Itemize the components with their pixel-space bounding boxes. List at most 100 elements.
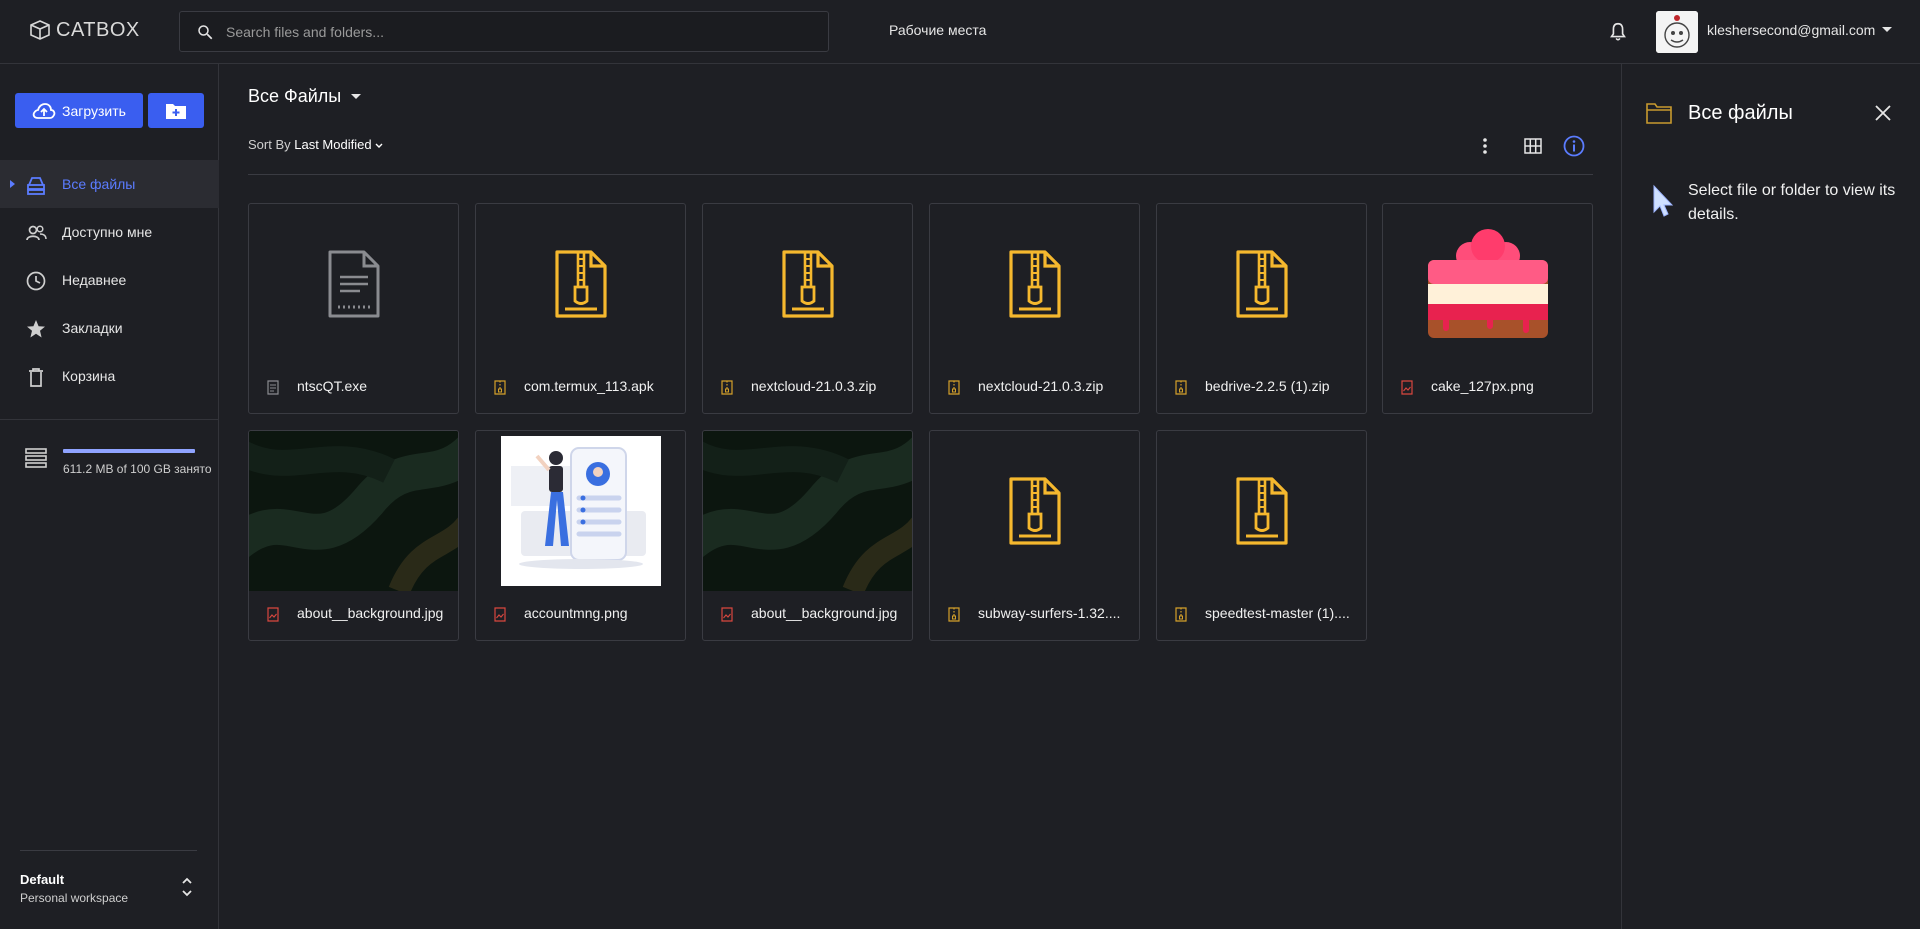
workspace-name[interactable]: Default xyxy=(20,872,64,887)
clock-icon xyxy=(26,271,46,291)
archive-type-icon xyxy=(721,380,733,395)
search-icon xyxy=(198,24,213,39)
archive-type-icon xyxy=(1175,607,1187,622)
sidebar: Загрузить Все файлы Доступно мне Недавне… xyxy=(0,64,219,929)
file-card[interactable]: nextcloud-21.0.3.zip xyxy=(702,203,913,414)
illustration-image-thumbnail xyxy=(476,431,685,591)
sidebar-nav: Все файлы Доступно мне Недавнее Закладки… xyxy=(0,160,219,400)
image-type-icon xyxy=(494,607,506,622)
sidebar-item-bookmarks[interactable]: Закладки xyxy=(0,304,219,352)
toolbar-divider xyxy=(248,174,1593,175)
zip-archive-icon xyxy=(930,431,1139,591)
workspaces-link[interactable]: Рабочие места xyxy=(889,22,986,38)
workspace-type: Personal workspace xyxy=(20,891,129,905)
zip-archive-icon xyxy=(703,204,912,364)
file-card[interactable]: bedrive-2.2.5 (1).zip xyxy=(1156,203,1367,414)
star-icon xyxy=(27,320,45,338)
file-name: speedtest-master (1).... xyxy=(1205,605,1350,621)
new-folder-button[interactable] xyxy=(148,93,204,128)
file-card[interactable]: com.termux_113.apk xyxy=(475,203,686,414)
storage-progress-bar xyxy=(63,449,195,453)
file-card[interactable]: accountmng.png xyxy=(475,430,686,641)
file-card[interactable]: cake_127px.png xyxy=(1382,203,1593,414)
user-email[interactable]: kleshersecond@gmail.com xyxy=(1707,22,1875,38)
sidebar-item-label: Доступно мне xyxy=(62,224,153,240)
file-name: accountmng.png xyxy=(524,605,628,621)
all-files-icon xyxy=(27,177,45,195)
sidebar-item-trash[interactable]: Корзина xyxy=(0,352,219,400)
details-panel: Все файлы Select file or folder to view … xyxy=(1621,64,1920,929)
file-name: nextcloud-21.0.3.zip xyxy=(751,378,877,394)
logo-text: CATBOX xyxy=(56,18,140,41)
workspace-switch-chevrons-icon[interactable] xyxy=(180,874,194,900)
sidebar-item-shared[interactable]: Доступно мне xyxy=(0,208,219,256)
document-type-icon xyxy=(267,380,279,395)
sort-control[interactable]: Sort By Last Modified xyxy=(248,137,383,152)
sidebar-item-label: Недавнее xyxy=(62,272,127,288)
storage-text: 611.2 MB of 100 GB занято xyxy=(63,462,212,476)
catbox-logo-icon xyxy=(30,20,50,40)
search-input[interactable] xyxy=(226,23,786,40)
file-card[interactable]: speedtest-master (1).... xyxy=(1156,430,1367,641)
background-image-thumbnail xyxy=(249,431,458,591)
top-bar: CATBOX Рабочие места kleshersecond@gmail… xyxy=(0,0,1920,64)
sidebar-item-recent[interactable]: Недавнее xyxy=(0,256,219,304)
storage-icon xyxy=(25,448,47,468)
page-title: Все Файлы xyxy=(248,86,342,106)
trash-icon xyxy=(29,368,43,387)
user-menu-chevron-down-icon[interactable] xyxy=(1882,27,1892,32)
sidebar-item-label: Закладки xyxy=(62,320,123,336)
details-empty-message: Select file or folder to view its detail… xyxy=(1688,182,1896,223)
more-options-icon[interactable] xyxy=(1475,136,1495,156)
archive-type-icon xyxy=(948,380,960,395)
close-icon[interactable] xyxy=(1874,104,1892,122)
sidebar-item-all-files[interactable]: Все файлы xyxy=(0,160,219,208)
file-card[interactable]: about__background.jpg xyxy=(702,430,913,641)
archive-type-icon xyxy=(948,607,960,622)
sort-prefix: Sort By xyxy=(248,137,291,152)
avatar-image xyxy=(1656,11,1698,53)
file-name: bedrive-2.2.5 (1).zip xyxy=(1205,378,1330,394)
archive-type-icon xyxy=(494,380,506,395)
sort-value: Last Modified xyxy=(294,137,372,152)
grid-view-icon[interactable] xyxy=(1523,136,1543,156)
file-name: cake_127px.png xyxy=(1431,378,1534,394)
background-image-thumbnail xyxy=(703,431,912,591)
chevron-down-icon xyxy=(351,94,362,99)
file-card[interactable]: ntscQT.exe xyxy=(248,203,459,414)
create-folder-icon xyxy=(166,103,186,119)
info-panel-icon[interactable] xyxy=(1562,134,1586,158)
file-card[interactable]: about__background.jpg xyxy=(248,430,459,641)
folder-title-dropdown[interactable]: Все Файлы xyxy=(248,86,362,107)
file-name: ntscQT.exe xyxy=(297,378,368,394)
folder-outline-icon xyxy=(1646,103,1672,124)
pointer-cursor-icon xyxy=(1653,184,1674,217)
main-content: Все Файлы Sort By Last Modified ntscQT.e… xyxy=(220,64,1620,929)
details-title: Все файлы xyxy=(1688,102,1793,124)
app-logo[interactable]: CATBOX xyxy=(28,18,140,42)
sort-chevron-down-icon xyxy=(375,143,383,148)
file-name: about__background.jpg xyxy=(297,605,444,621)
file-name: com.termux_113.apk xyxy=(524,378,654,394)
zip-archive-icon xyxy=(930,204,1139,364)
document-file-icon xyxy=(249,204,458,364)
zip-archive-icon xyxy=(476,204,685,364)
zip-archive-icon xyxy=(1157,204,1366,364)
file-name: nextcloud-21.0.3.zip xyxy=(978,378,1104,394)
shared-people-icon xyxy=(26,225,47,241)
image-type-icon xyxy=(267,607,279,622)
zip-archive-icon xyxy=(1157,431,1366,591)
sidebar-item-label: Все файлы xyxy=(62,176,136,192)
file-card[interactable]: subway-surfers-1.32.... xyxy=(929,430,1140,641)
file-card[interactable]: nextcloud-21.0.3.zip xyxy=(929,203,1140,414)
cloud-upload-icon xyxy=(32,102,56,119)
notifications-bell-icon[interactable] xyxy=(1607,20,1629,44)
sidebar-item-label: Корзина xyxy=(62,368,116,384)
file-name: about__background.jpg xyxy=(751,605,898,621)
upload-button[interactable]: Загрузить xyxy=(15,93,143,128)
image-type-icon xyxy=(1401,380,1413,395)
search-box[interactable] xyxy=(179,11,829,52)
user-avatar[interactable] xyxy=(1656,11,1698,53)
image-type-icon xyxy=(721,607,733,622)
cake-image-thumbnail xyxy=(1383,204,1592,364)
